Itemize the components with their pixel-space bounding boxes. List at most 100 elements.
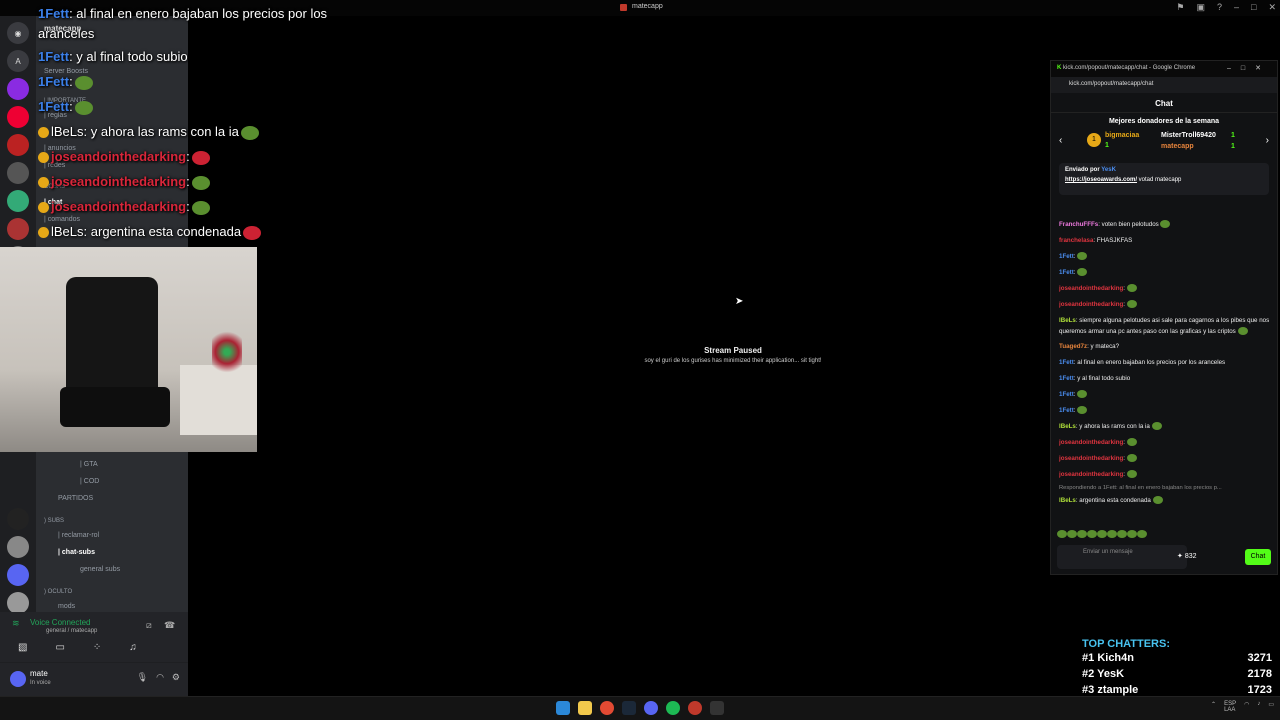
chat-username[interactable]: joseandointhedarking — [1059, 471, 1123, 478]
server-icon[interactable] — [7, 106, 29, 128]
channel-mods[interactable]: mods — [58, 603, 75, 610]
channel-gta[interactable]: | GTA — [80, 461, 98, 468]
help-icon[interactable]: ? — [1217, 2, 1222, 13]
emote-icon[interactable] — [1067, 529, 1077, 538]
chevron-left-icon[interactable]: ‹ — [1059, 135, 1062, 146]
maximize-button[interactable]: □ — [1251, 2, 1256, 13]
chat-username[interactable]: 1Fett — [1059, 407, 1074, 414]
activities-icon[interactable]: ⁘ — [93, 642, 101, 653]
emote-icon[interactable] — [1087, 529, 1097, 538]
server-icon[interactable]: A — [7, 50, 29, 72]
chat-username[interactable]: joseandointhedarking — [1059, 301, 1123, 308]
emote-icon[interactable] — [1137, 529, 1147, 538]
server-icon[interactable] — [7, 134, 29, 156]
send-chat-button[interactable]: Chat — [1245, 549, 1271, 565]
chat-username[interactable]: 1Fett — [1059, 391, 1074, 398]
chat-message[interactable]: joseandointhedarking: — [1059, 297, 1273, 313]
battery-icon[interactable]: ▭ — [1268, 701, 1274, 713]
chat-message[interactable]: 1Fett: — [1059, 387, 1273, 403]
chat-username[interactable]: franchelasa — [1059, 237, 1093, 244]
language-indicator[interactable]: ESP LAA — [1224, 701, 1236, 713]
chat-message[interactable]: lBeLs: argentina esta condenada — [1059, 493, 1273, 509]
server-icon[interactable] — [7, 536, 29, 558]
emote-quick-row[interactable] — [1057, 529, 1147, 538]
wifi-icon[interactable]: ◠ — [1244, 701, 1249, 713]
app-icon[interactable] — [688, 701, 702, 715]
emote-icon[interactable] — [1077, 529, 1087, 538]
chrome-icon[interactable] — [600, 701, 614, 715]
screen-icon[interactable]: ▣ — [1196, 2, 1205, 13]
chat-username[interactable]: 1Fett — [1059, 269, 1074, 276]
chat-username[interactable]: joseandointhedarking — [1059, 439, 1123, 446]
spotify-icon[interactable] — [666, 701, 680, 715]
soundboard-icon[interactable]: ♫ — [129, 642, 137, 653]
emote-icon[interactable] — [1117, 529, 1127, 538]
chat-message[interactable]: 1Fett: — [1059, 265, 1273, 281]
channel-reclamar-rol[interactable]: | reclamar-rol — [58, 532, 99, 539]
noise-suppression-icon[interactable]: ⧄ — [146, 620, 152, 631]
chat-username[interactable]: joseandointhedarking — [1059, 285, 1123, 292]
chat-username[interactable]: 1Fett — [1059, 375, 1074, 382]
emote-icon[interactable] — [1107, 529, 1117, 538]
file-explorer-icon[interactable] — [578, 701, 592, 715]
start-icon[interactable] — [556, 701, 570, 715]
channel-cod[interactable]: | COD — [80, 478, 99, 485]
chat-message[interactable]: lBeLs: siempre alguna pelotudes asi sale… — [1059, 313, 1273, 339]
chat-username[interactable]: lBeLs — [1059, 423, 1076, 430]
chat-message[interactable]: 1Fett: al final en enero bajaban los pre… — [1059, 355, 1273, 371]
channel-partidos[interactable]: PARTIDOS — [58, 495, 93, 502]
server-icon[interactable] — [7, 78, 29, 100]
chat-message[interactable]: 1Fett: — [1059, 249, 1273, 265]
chat-username[interactable]: lBeLs — [1059, 497, 1076, 504]
microphone-icon[interactable]: 🎙 — [137, 672, 148, 683]
voice-status[interactable]: Voice Connected — [30, 618, 91, 627]
chat-message[interactable]: joseandointhedarking: — [1059, 281, 1273, 297]
avatar[interactable] — [10, 671, 26, 687]
minimize-button[interactable]: – — [1234, 2, 1239, 13]
chat-message[interactable]: 1Fett: — [1059, 403, 1273, 419]
server-icon[interactable] — [7, 162, 29, 184]
server-icon[interactable] — [7, 508, 29, 530]
chat-username[interactable]: Tuaged7z — [1059, 343, 1087, 350]
emote-icon[interactable] — [1097, 529, 1107, 538]
disconnect-icon[interactable]: ☎ — [164, 620, 175, 631]
chat-message[interactable]: joseandointhedarking: — [1059, 435, 1273, 451]
server-icon[interactable] — [7, 190, 29, 212]
chat-username[interactable]: FranchuFFFs — [1059, 221, 1098, 228]
category-subs[interactable]: ) SUBS — [44, 518, 64, 524]
category-oculto[interactable]: ) OCULTO — [44, 589, 72, 595]
pinned-message[interactable]: Enviado por YesK https://joseoawards.com… — [1059, 163, 1269, 195]
url-bar[interactable]: kick.com/popout/matecapp/chat — [1051, 77, 1277, 93]
chat-message[interactable]: lBeLs: y ahora las rams con la ia — [1059, 419, 1273, 435]
headphones-icon[interactable]: ◠ — [156, 672, 164, 683]
window-controls[interactable]: –□✕ — [1227, 64, 1271, 72]
volume-icon[interactable]: ♪ — [1257, 701, 1260, 713]
close-button[interactable]: ✕ — [1268, 2, 1276, 13]
chat-username[interactable]: joseandointhedarking — [1059, 455, 1123, 462]
server-icon[interactable] — [7, 218, 29, 240]
chat-message[interactable]: joseandointhedarking: — [1059, 467, 1273, 483]
pin-icon[interactable]: ⚑ — [1176, 2, 1184, 13]
voice-channel-name[interactable]: general / matecapp — [46, 628, 97, 634]
emote-icon[interactable] — [1057, 529, 1067, 538]
chat-message[interactable]: joseandointhedarking: — [1059, 451, 1273, 467]
pinned-link[interactable]: https://joseoawards.com/ — [1065, 177, 1137, 183]
chat-message[interactable]: franchelasa: FHASJKFAS — [1059, 233, 1273, 249]
chat-username[interactable]: 1Fett — [1059, 253, 1074, 260]
chat-username[interactable]: lBeLs — [1059, 317, 1076, 324]
chat-message[interactable]: 1Fett: y al final todo subio — [1059, 371, 1273, 387]
discord-icon[interactable] — [644, 701, 658, 715]
chat-message[interactable]: FranchuFFFs: voten bien pelotudos — [1059, 217, 1273, 233]
chat-message[interactable]: Tuaged7z: y mateca? — [1059, 339, 1273, 355]
camera-off-icon[interactable]: ▧ — [18, 642, 27, 653]
gear-icon[interactable]: ⚙ — [172, 672, 180, 683]
chat-input[interactable]: Enviar un mensaje — [1057, 545, 1187, 569]
chevron-right-icon[interactable]: › — [1266, 135, 1269, 146]
screen-share-icon[interactable]: ▭ — [55, 642, 64, 653]
emote-icon[interactable] — [1127, 529, 1137, 538]
terminal-icon[interactable] — [710, 701, 724, 715]
channel-chat-subs[interactable]: | chat-subs — [58, 549, 95, 556]
server-icon[interactable] — [7, 592, 29, 614]
folder-icon[interactable] — [7, 564, 29, 586]
channel-general-subs[interactable]: general subs — [80, 566, 120, 573]
